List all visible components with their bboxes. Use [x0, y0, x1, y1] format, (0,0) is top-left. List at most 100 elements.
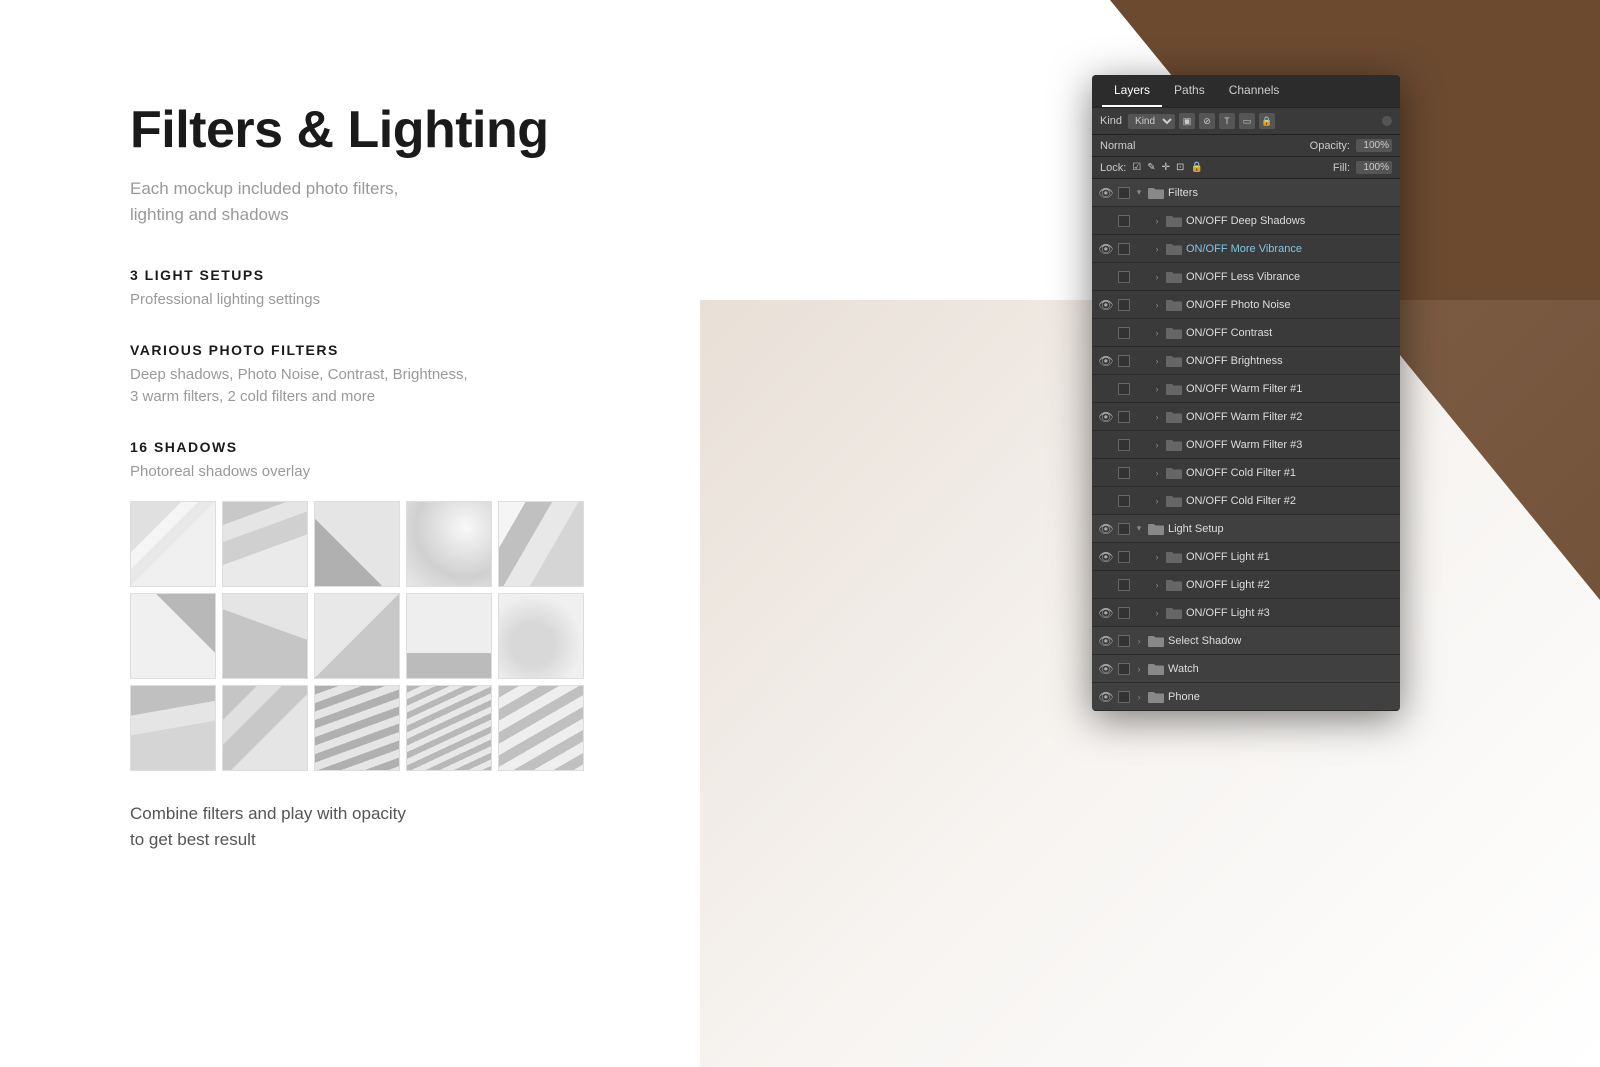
lock-label: Lock:: [1100, 162, 1126, 174]
shadow-thumb-1: [130, 501, 216, 587]
checkbox-select-shadow: [1118, 635, 1130, 647]
opacity-input[interactable]: [1356, 139, 1392, 152]
opacity-label: Opacity:: [1310, 140, 1350, 152]
visibility-icon-watch[interactable]: 👁: [1098, 661, 1114, 677]
visibility-icon-photo-noise[interactable]: 👁: [1098, 297, 1114, 313]
visibility-icon-phone[interactable]: 👁: [1098, 689, 1114, 705]
visibility-icon-less-vibrance[interactable]: [1098, 269, 1114, 285]
shadow-thumb-6: [130, 593, 216, 679]
visibility-icon-cold1[interactable]: [1098, 465, 1114, 481]
layer-row-filters[interactable]: 👁 ▾ Filters: [1092, 179, 1400, 207]
folder-icon-phone: [1148, 691, 1164, 703]
fill-input[interactable]: [1356, 161, 1392, 174]
arrow-deep-shadows[interactable]: ›: [1152, 216, 1162, 226]
visibility-icon-brightness[interactable]: 👁: [1098, 353, 1114, 369]
layer-name-contrast: ON/OFF Contrast: [1186, 327, 1394, 339]
layer-name-select-shadow: Select Shadow: [1168, 635, 1394, 647]
arrow-light2[interactable]: ›: [1152, 580, 1162, 590]
layer-row-light-setup[interactable]: 👁 ▾ Light Setup: [1092, 515, 1400, 543]
visibility-icon-contrast[interactable]: [1098, 325, 1114, 341]
shadow-thumb-10: [498, 593, 584, 679]
layers-list: 👁 ▾ Filters › ON/OFF Deep Shadows 👁 ›: [1092, 179, 1400, 711]
layer-row-light1[interactable]: 👁 › ON/OFF Light #1: [1092, 543, 1400, 571]
checkbox-light-setup: [1118, 523, 1130, 535]
folder-icon-warm1: [1166, 383, 1182, 395]
layer-name-brightness: ON/OFF Brightness: [1186, 355, 1394, 367]
layer-row-contrast[interactable]: › ON/OFF Contrast: [1092, 319, 1400, 347]
visibility-icon-filters[interactable]: 👁: [1098, 185, 1114, 201]
tab-paths[interactable]: Paths: [1162, 75, 1217, 107]
visibility-icon-select-shadow[interactable]: 👁: [1098, 633, 1114, 649]
visibility-icon-light3[interactable]: 👁: [1098, 605, 1114, 621]
layer-row-brightness[interactable]: 👁 › ON/OFF Brightness: [1092, 347, 1400, 375]
arrow-warm1[interactable]: ›: [1152, 384, 1162, 394]
layer-row-light2[interactable]: › ON/OFF Light #2: [1092, 571, 1400, 599]
folder-icon-deep-shadows: [1166, 215, 1182, 227]
layer-name-phone: Phone: [1168, 691, 1394, 703]
panel-tabs: Layers Paths Channels: [1092, 75, 1400, 108]
layer-row-warm1[interactable]: › ON/OFF Warm Filter #1: [1092, 375, 1400, 403]
arrow-photo-noise[interactable]: ›: [1152, 300, 1162, 310]
arrow-cold2[interactable]: ›: [1152, 496, 1162, 506]
arrow-warm3[interactable]: ›: [1152, 440, 1162, 450]
layer-row-select-shadow[interactable]: 👁 › Select Shadow: [1092, 627, 1400, 655]
visibility-icon-warm3[interactable]: [1098, 437, 1114, 453]
checkbox-cold1: [1118, 467, 1130, 479]
layer-row-cold1[interactable]: › ON/OFF Cold Filter #1: [1092, 459, 1400, 487]
arrow-watch[interactable]: ›: [1134, 664, 1144, 674]
lock-check-icon: ☑: [1132, 162, 1141, 173]
arrow-light1[interactable]: ›: [1152, 552, 1162, 562]
kind-label: Kind: [1100, 115, 1122, 127]
type-icon: T: [1219, 113, 1235, 129]
layer-row-cold2[interactable]: › ON/OFF Cold Filter #2: [1092, 487, 1400, 515]
shadow-thumb-4: [406, 501, 492, 587]
layer-row-warm3[interactable]: › ON/OFF Warm Filter #3: [1092, 431, 1400, 459]
folder-icon-warm2: [1166, 411, 1182, 423]
shadow-thumb-14: [406, 685, 492, 771]
folder-icon-light3: [1166, 607, 1182, 619]
lock-move-icon: ✛: [1162, 162, 1170, 173]
visibility-icon-light1[interactable]: 👁: [1098, 549, 1114, 565]
layer-row-less-vibrance[interactable]: › ON/OFF Less Vibrance: [1092, 263, 1400, 291]
photoshop-panel: Layers Paths Channels Kind Kind ▣ ⊘ T ▭ …: [1092, 75, 1400, 711]
visibility-icon-more-vibrance[interactable]: 👁: [1098, 241, 1114, 257]
visibility-icon-deep-shadows[interactable]: [1098, 213, 1114, 229]
arrow-cold1[interactable]: ›: [1152, 468, 1162, 478]
arrow-brightness[interactable]: ›: [1152, 356, 1162, 366]
section-heading-light: 3 LIGHT SETUPS: [130, 267, 810, 283]
tab-layers[interactable]: Layers: [1102, 75, 1162, 107]
folder-icon-light1: [1166, 551, 1182, 563]
shadow-thumb-12: [222, 685, 308, 771]
visibility-icon-light2[interactable]: [1098, 577, 1114, 593]
arrow-light3[interactable]: ›: [1152, 608, 1162, 618]
lock-brush-icon: ✎: [1147, 162, 1155, 173]
checkbox-light3: [1118, 607, 1130, 619]
tab-channels[interactable]: Channels: [1217, 75, 1292, 107]
arrow-select-shadow[interactable]: ›: [1134, 636, 1144, 646]
arrow-contrast[interactable]: ›: [1152, 328, 1162, 338]
kind-select[interactable]: Kind: [1128, 114, 1175, 129]
layer-row-watch[interactable]: 👁 › Watch: [1092, 655, 1400, 683]
arrow-less-vibrance[interactable]: ›: [1152, 272, 1162, 282]
arrow-light-setup[interactable]: ▾: [1134, 524, 1144, 534]
visibility-icon-light-setup[interactable]: 👁: [1098, 521, 1114, 537]
visibility-icon-cold2[interactable]: [1098, 493, 1114, 509]
visibility-icon-warm2[interactable]: 👁: [1098, 409, 1114, 425]
layer-row-light3[interactable]: 👁 › ON/OFF Light #3: [1092, 599, 1400, 627]
arrow-more-vibrance[interactable]: ›: [1152, 244, 1162, 254]
layer-row-more-vibrance[interactable]: 👁 › ON/OFF More Vibrance: [1092, 235, 1400, 263]
arrow-warm2[interactable]: ›: [1152, 412, 1162, 422]
folder-icon-cold2: [1166, 495, 1182, 507]
layer-row-deep-shadows[interactable]: › ON/OFF Deep Shadows: [1092, 207, 1400, 235]
layer-row-warm2[interactable]: 👁 › ON/OFF Warm Filter #2: [1092, 403, 1400, 431]
checkbox-less-vibrance: [1118, 271, 1130, 283]
layer-row-phone[interactable]: 👁 › Phone: [1092, 683, 1400, 711]
lock-padlock-icon: 🔒: [1190, 162, 1202, 173]
layer-row-photo-noise[interactable]: 👁 › ON/OFF Photo Noise: [1092, 291, 1400, 319]
shadow-grid: [130, 501, 810, 771]
checkbox-watch: [1118, 663, 1130, 675]
visibility-icon-warm1[interactable]: [1098, 381, 1114, 397]
arrow-phone[interactable]: ›: [1134, 692, 1144, 702]
arrow-filters[interactable]: ▾: [1134, 188, 1144, 198]
folder-icon-photo-noise: [1166, 299, 1182, 311]
